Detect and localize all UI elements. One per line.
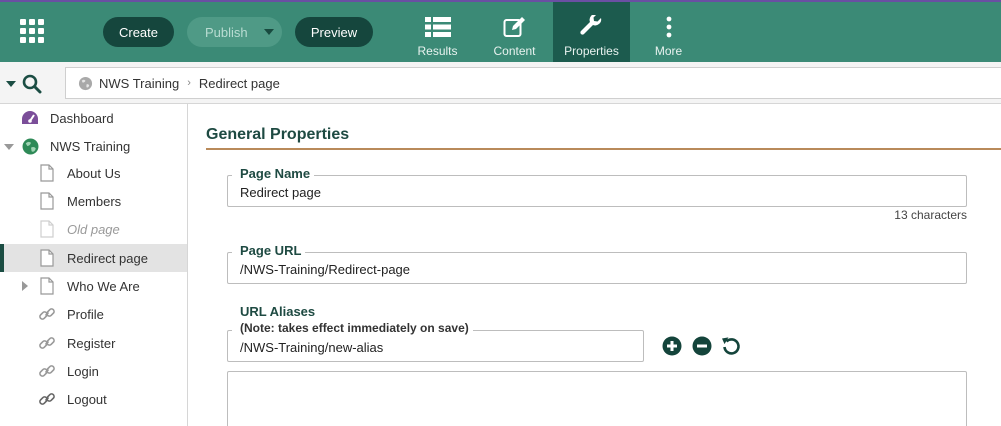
- create-button[interactable]: Create: [103, 17, 174, 47]
- sidebar-item-login[interactable]: Login: [0, 357, 187, 385]
- page-icon: [37, 276, 57, 296]
- link-icon: [37, 304, 57, 324]
- section-divider: [206, 148, 1001, 150]
- add-alias-icon[interactable]: [662, 336, 682, 356]
- undo-icon[interactable]: [721, 336, 741, 356]
- sidebar-item-redirect-page[interactable]: Redirect page: [0, 244, 187, 272]
- sidebar-item-label: Profile: [67, 306, 104, 322]
- page-icon: [37, 163, 57, 183]
- sidebar-item-dashboard[interactable]: Dashboard: [0, 104, 187, 132]
- sidebar-item-who-we-are[interactable]: Who We Are: [0, 272, 187, 300]
- sidebar-item-about-us[interactable]: About Us: [0, 159, 187, 187]
- tab-properties[interactable]: Properties: [553, 2, 630, 62]
- link-icon: [37, 361, 57, 381]
- top-toolbar: Create Publish Preview Results Content P…: [0, 0, 1001, 62]
- publish-button-label: Publish: [205, 24, 248, 40]
- breadcrumb-site[interactable]: NWS Training: [99, 76, 179, 91]
- breadcrumb-page: Redirect page: [198, 75, 280, 91]
- sidebar-tree: Dashboard NWS Training About Us Members …: [0, 104, 188, 426]
- character-count: 13 characters: [894, 208, 967, 222]
- link-icon: [37, 389, 57, 409]
- section-title: General Properties: [206, 126, 350, 143]
- sidebar-item-label: Members: [67, 193, 122, 209]
- page-url-input[interactable]: /NWS-Training/Redirect-page: [227, 252, 967, 284]
- sidebar-item-label: Login: [67, 363, 99, 379]
- tab-results[interactable]: Results: [399, 2, 476, 62]
- sidebar-item-label: Redirect page: [67, 250, 148, 266]
- sidebar-item-label: Dashboard: [50, 110, 114, 126]
- chevron-down-icon[interactable]: [264, 29, 274, 35]
- chevron-right-icon: ›: [187, 77, 191, 89]
- sidebar-item-label: Who We Are: [67, 278, 140, 294]
- dashboard-icon: [20, 108, 40, 128]
- apps-grid-icon[interactable]: [20, 19, 44, 43]
- sidebar-item-label: About Us: [67, 165, 121, 181]
- sidebar-item-label: Logout: [67, 391, 107, 407]
- wrench-icon: [579, 14, 604, 40]
- tab-content[interactable]: Content: [476, 2, 553, 62]
- sidebar-item-label: Register: [67, 335, 116, 351]
- alias-list-textarea[interactable]: [227, 371, 967, 426]
- publish-button[interactable]: Publish: [187, 17, 282, 47]
- sidebar-item-register[interactable]: Register: [0, 329, 187, 357]
- search-breadcrumb-bar: NWS Training › Redirect page: [0, 62, 1001, 104]
- preview-button[interactable]: Preview: [295, 17, 373, 47]
- chevron-down-icon[interactable]: [4, 144, 14, 150]
- globe-icon: [20, 136, 40, 156]
- edit-icon: [503, 14, 527, 40]
- list-icon: [424, 14, 451, 40]
- properties-panel: General Properties Redirect page Page Na…: [188, 104, 1001, 426]
- more-vertical-icon: [666, 14, 672, 40]
- search-icon[interactable]: [22, 74, 42, 97]
- tab-label: Properties: [564, 44, 619, 58]
- sidebar-item-label: Old page: [67, 221, 120, 237]
- sidebar-item-profile[interactable]: Profile: [0, 300, 187, 328]
- page-icon: [37, 219, 57, 239]
- remove-alias-icon[interactable]: [692, 336, 712, 356]
- breadcrumb: NWS Training › Redirect page: [65, 67, 1001, 99]
- tab-label: More: [654, 44, 683, 58]
- sidebar-item-label: NWS Training: [50, 138, 131, 154]
- page-icon: [37, 248, 57, 268]
- page-url-label: Page URL: [232, 243, 306, 258]
- sidebar-item-old-page[interactable]: Old page: [0, 215, 187, 243]
- sidebar-item-nws-training[interactable]: NWS Training: [0, 132, 187, 160]
- tab-more[interactable]: More: [630, 2, 707, 62]
- url-aliases-label: URL Aliases: [232, 304, 320, 319]
- link-icon: [37, 333, 57, 353]
- chevron-right-icon[interactable]: [22, 281, 28, 291]
- page-name-label: Page Name: [232, 166, 315, 181]
- url-aliases-note: (Note: takes effect immediately on save): [232, 321, 473, 335]
- page-icon: [37, 191, 57, 211]
- globe-icon: [78, 76, 93, 91]
- collapse-toggle-icon[interactable]: [6, 81, 16, 87]
- tab-label: Results: [417, 44, 458, 58]
- tab-label: Content: [493, 44, 536, 58]
- sidebar-item-logout[interactable]: Logout: [0, 385, 187, 413]
- page-name-input[interactable]: Redirect page: [227, 175, 967, 207]
- sidebar-item-members[interactable]: Members: [0, 187, 187, 215]
